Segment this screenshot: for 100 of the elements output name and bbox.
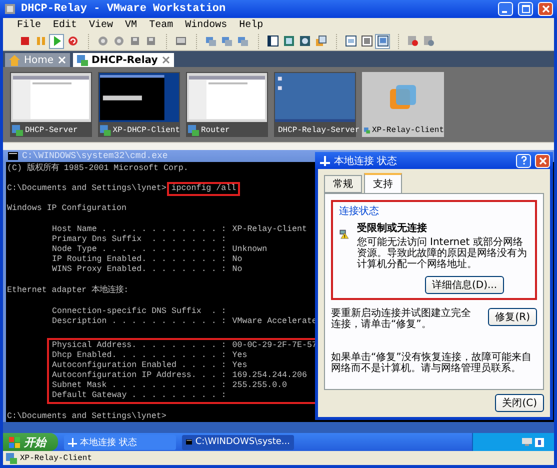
status-message: 您可能无法访问 Internet 或部分网络资源。导致此故障的原因是网络没有为计算机分配一个网络地址。 <box>356 237 528 270</box>
field-value: Yes <box>232 361 248 371</box>
tab[interactable]: DHCP-Relay <box>72 53 174 67</box>
maximize-icon <box>522 5 530 13</box>
toolbar-button[interactable] <box>265 34 280 48</box>
field-label: IP Routing Enabled. . . . . . . . : <box>52 255 226 265</box>
windows-logo-icon <box>9 436 20 448</box>
toolbar-button[interactable] <box>375 34 390 48</box>
vm-icon <box>100 124 111 136</box>
home-icon <box>9 54 20 66</box>
toolbar-button[interactable] <box>343 34 358 48</box>
snapshot-icon <box>112 35 124 47</box>
vm-icon <box>364 124 370 136</box>
vm-thumbnail[interactable]: DHCP-Server <box>10 72 92 137</box>
field-value: No <box>232 265 242 275</box>
field-value: 169.254.244.206 <box>232 371 307 381</box>
toolbar-button[interactable] <box>359 34 374 48</box>
field-value: VMware Accelerate <box>232 317 317 327</box>
tab-label: DHCP-Relay <box>92 54 158 66</box>
snapshot-icon <box>96 35 108 47</box>
network-icon <box>236 35 248 47</box>
console-prompt: C:\Documents and Settings\lynet> <box>7 184 166 194</box>
vm-icon <box>76 54 88 66</box>
network-icon <box>522 438 532 446</box>
close-icon[interactable] <box>162 56 170 64</box>
field-label: WINS Proxy Enabled. . . . . . . . : <box>52 265 226 275</box>
console-line: Windows IP Configuration <box>7 204 126 214</box>
stop-icon <box>18 35 30 47</box>
network-icon <box>220 35 232 47</box>
status-text: XP-Relay-Client <box>20 454 92 462</box>
horizontal-scrollbar[interactable] <box>3 142 554 150</box>
screen-icon <box>376 35 388 47</box>
field-value: Yes <box>232 351 248 361</box>
help-text: 如果单击“修复”没有恢复连接，故障可能来自网络而不是计算机。请与网络管理员联系。 <box>331 352 532 374</box>
record-icon <box>406 35 418 47</box>
network-icon <box>320 156 330 166</box>
network-icon <box>204 35 216 47</box>
field-value: 255.255.0.0 <box>232 381 288 391</box>
status-heading: 受限制或无连接 <box>356 222 428 235</box>
taskbar-button[interactable]: 本地连接 状态 <box>64 434 176 450</box>
replay-icon <box>422 35 434 47</box>
vm-thumbnail[interactable]: Router <box>186 72 268 137</box>
field-label: Primary Dns Suffix . . . . . . . : <box>52 235 226 245</box>
menu-item[interactable]: Team <box>149 20 174 30</box>
close-dialog-button[interactable]: 关闭(C) <box>495 394 544 412</box>
field-value: No <box>232 255 242 265</box>
close-button[interactable] <box>535 154 550 168</box>
field-label: Description . . . . . . . . . . . : <box>52 317 226 327</box>
reset-icon <box>66 35 78 47</box>
question-mark-icon <box>520 156 526 165</box>
console-line: (C) 版权所有 1985-2001 Microsoft Corp. <box>7 164 188 174</box>
vm-icon <box>12 124 23 136</box>
thumbnail-label: Router <box>201 126 230 134</box>
help-button[interactable] <box>516 154 531 168</box>
repair-text: 要重新启动连接并试图建立完全连接，请单击“修复”。 <box>331 308 472 330</box>
sidebar-icon <box>266 35 278 47</box>
network-icon <box>68 438 77 446</box>
appliance-icon <box>360 35 372 47</box>
console-icon <box>174 35 186 47</box>
tab[interactable]: 常规 <box>324 175 362 193</box>
field-value: Unknown <box>232 245 268 255</box>
app-icon <box>4 3 16 15</box>
window-title: DHCP-Relay - VMware Workstation <box>21 3 227 15</box>
close-icon <box>538 156 546 164</box>
console-title: C:\WINDOWS\system32\cmd.exe <box>22 151 168 161</box>
menu-item[interactable]: Help <box>239 20 264 30</box>
field-label: Connection-specific DNS Suffix . : <box>52 307 226 317</box>
field-value: XP-Relay-Client <box>232 225 307 235</box>
field-label: Dhcp Enabled. . . . . . . . . . . : <box>52 351 226 361</box>
menu-item[interactable]: Edit <box>53 20 78 30</box>
minimize-button[interactable] <box>498 2 513 16</box>
taskbar-button[interactable]: C:\WINDOWS\syste... <box>182 434 294 450</box>
vm-thumbnail[interactable]: XP-Relay-Client <box>362 72 444 137</box>
tab[interactable]: 支持 <box>364 173 402 193</box>
field-label: Autoconfiguration IP Address. . . : <box>52 371 226 381</box>
menu-item[interactable]: View <box>89 20 114 30</box>
unity-icon <box>298 35 310 47</box>
menu-item[interactable]: Windows <box>185 20 228 30</box>
field-value: 00-0C-29-2F-7E-57 <box>232 341 317 351</box>
dialog-title: 本地连接 状态 <box>334 154 398 168</box>
group-title: 连接状态 <box>339 204 380 218</box>
field-label: Node Type . . . . . . . . . . . . : <box>52 245 226 255</box>
console-command: ipconfig /all <box>167 182 240 196</box>
field-label: Subnet Mask . . . . . . . . . . . : <box>52 381 226 391</box>
menu-item[interactable]: VM <box>125 20 138 30</box>
close-button[interactable] <box>538 2 553 16</box>
details-button[interactable]: 详细信息(D)... <box>425 276 504 294</box>
logo-icon <box>390 84 416 110</box>
windows-icon <box>314 35 326 47</box>
toolbar-button[interactable] <box>297 34 312 48</box>
vm-thumbnail[interactable]: XP-DHCP-Client <box>98 72 180 137</box>
maximize-button[interactable] <box>518 2 533 16</box>
start-button[interactable]: 开始 <box>3 433 58 451</box>
field-label: Host Name . . . . . . . . . . . . : <box>52 225 226 235</box>
field-label: Autoconfiguration Enabled . . . . : <box>52 361 226 371</box>
menu-item[interactable]: File <box>17 20 42 30</box>
thumbnail-label: XP-DHCP-Client <box>112 126 180 134</box>
summary-icon <box>344 35 356 47</box>
repair-button[interactable]: 修复(R) <box>488 308 537 326</box>
console-line: Ethernet adapter 本地连接: <box>7 286 129 296</box>
